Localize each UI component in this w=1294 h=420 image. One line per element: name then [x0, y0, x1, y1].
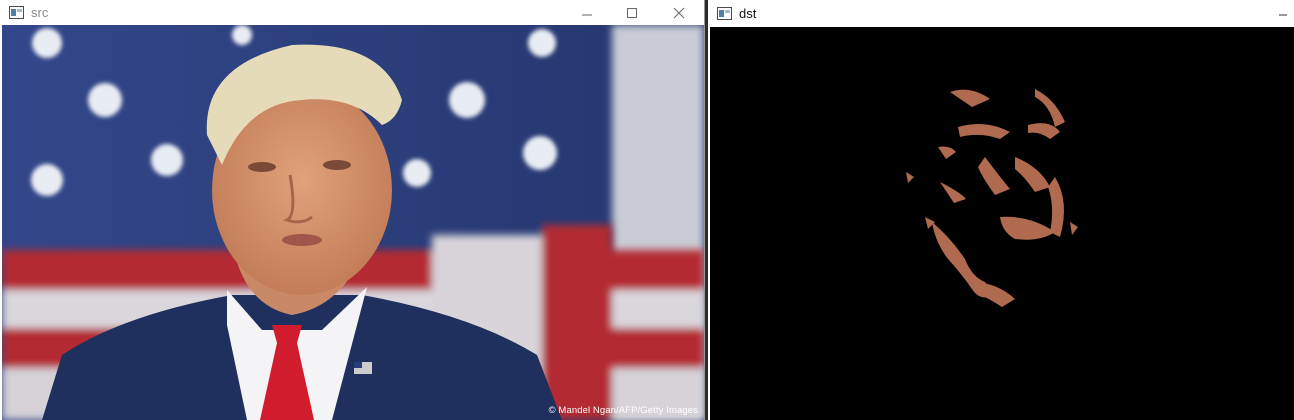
maximize-icon — [627, 7, 637, 18]
close-icon — [673, 7, 685, 18]
dst-window-title: dst — [739, 6, 757, 21]
src-window: src © Mandel Ngan/AFP/Getty Images — [0, 0, 705, 420]
src-photo: © Mandel Ngan/AFP/Getty Images — [2, 25, 704, 420]
src-window-title: src — [31, 5, 49, 20]
minimize-button[interactable] — [564, 0, 610, 25]
window-app-icon — [717, 7, 732, 20]
src-image-area: © Mandel Ngan/AFP/Getty Images — [2, 25, 704, 420]
dst-window: dst — [708, 0, 1294, 420]
image-credit: © Mandel Ngan/AFP/Getty Images — [548, 405, 698, 416]
dst-titlebar[interactable]: dst — [708, 0, 1294, 27]
minimize-button[interactable] — [1268, 0, 1294, 25]
minimize-icon — [582, 14, 592, 15]
minimize-icon — [1279, 14, 1287, 15]
skin-mask-output — [710, 27, 1294, 420]
close-button[interactable] — [656, 0, 702, 25]
dst-image-area — [710, 27, 1294, 420]
src-titlebar[interactable]: src — [0, 0, 704, 25]
window-app-icon — [9, 6, 24, 19]
maximize-button[interactable] — [609, 0, 655, 25]
